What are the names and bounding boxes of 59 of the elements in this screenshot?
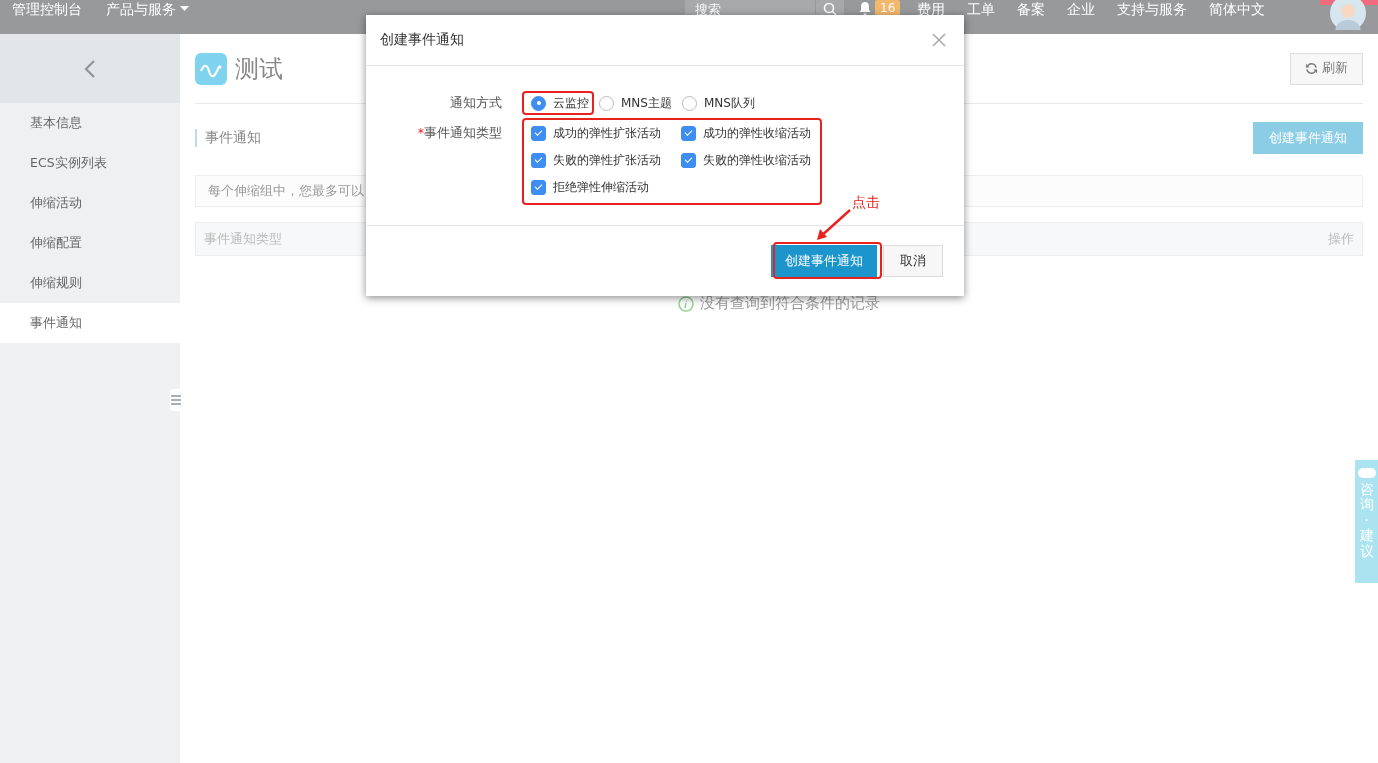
radio-button[interactable] [681,95,697,111]
section-title: 事件通知 [195,129,261,147]
sidebar-item[interactable]: 基本信息 [0,103,180,143]
checkbox[interactable] [531,179,546,195]
info-icon [678,295,694,312]
nav-link[interactable]: 企业 [1056,0,1107,18]
chat-icon [1357,468,1376,478]
checkbox-label: 成功的弹性收缩活动 [703,124,811,142]
field-label: 通知方式 [449,94,503,112]
highlight-frame [522,91,594,115]
empty-message: 没有查询到符合条件的记录 [700,294,880,313]
sidebar-toggle[interactable] [170,389,182,411]
refresh-button[interactable]: 刷新 [1290,52,1363,85]
radio-option[interactable]: 云监控 [531,94,589,112]
nav-link[interactable]: 备案 [1006,0,1057,18]
refresh-icon [1305,62,1318,75]
option-label: MNS队列 [703,94,755,112]
bell-icon[interactable] [858,1,872,16]
checkbox-label: 失败的弹性扩张活动 [553,151,661,169]
sidebar-item[interactable]: ECS实例列表 [0,143,180,183]
nav-link[interactable]: 费用 [906,0,957,18]
caret-icon [180,6,189,12]
submit-button[interactable]: 创建事件通知 [771,245,877,277]
radio-option[interactable]: MNS队列 [681,94,755,112]
page-title: 测试 [235,53,283,85]
annotation-arrow [815,208,853,242]
sidebar-item[interactable]: 伸缩规则 [0,263,180,303]
radio-button[interactable] [599,95,614,111]
option-label: 云监控 [553,94,589,112]
option-label: MNS主题 [621,94,672,112]
radio-button[interactable] [531,95,546,111]
column-header: 事件通知类型 [204,230,282,248]
sidebar-item[interactable]: 事件通知 [0,303,180,343]
notice-text: 每个伸缩组中，您最多可以 [208,182,364,200]
back-icon[interactable] [84,58,96,79]
nav-link[interactable]: 简体中文 [1198,0,1277,18]
avatar[interactable] [1330,0,1366,30]
annotation-label: 点击 [852,194,880,212]
feedback-label: 咨询·建议 [1359,482,1374,559]
wave-icon [195,52,227,85]
cancel-button[interactable]: 取消 [883,245,943,277]
checkbox[interactable] [531,152,546,168]
checkbox[interactable] [681,152,696,168]
checkbox-label: 拒绝弹性伸缩活动 [553,178,649,196]
radio-option[interactable]: MNS主题 [599,94,672,112]
sidebar-item[interactable]: 伸缩配置 [0,223,180,263]
checkbox[interactable] [531,125,546,141]
nav-link[interactable]: 支持与服务 [1106,0,1199,18]
sidebar-item[interactable]: 伸缩活动 [0,183,180,223]
products-menu[interactable]: 产品与服务 [94,0,180,18]
menu-icon [171,394,181,406]
field-label: *事件通知类型 [416,124,503,142]
checkbox-label: 成功的弹性扩张活动 [553,124,661,142]
dialog-title: 创建事件通知 [380,31,464,49]
close-icon[interactable] [932,33,946,47]
checkbox-label: 失败的弹性收缩活动 [703,151,811,169]
console-link[interactable]: 管理控制台 [0,0,94,18]
nav-link[interactable]: 工单 [956,0,1007,18]
checkbox[interactable] [681,125,696,141]
